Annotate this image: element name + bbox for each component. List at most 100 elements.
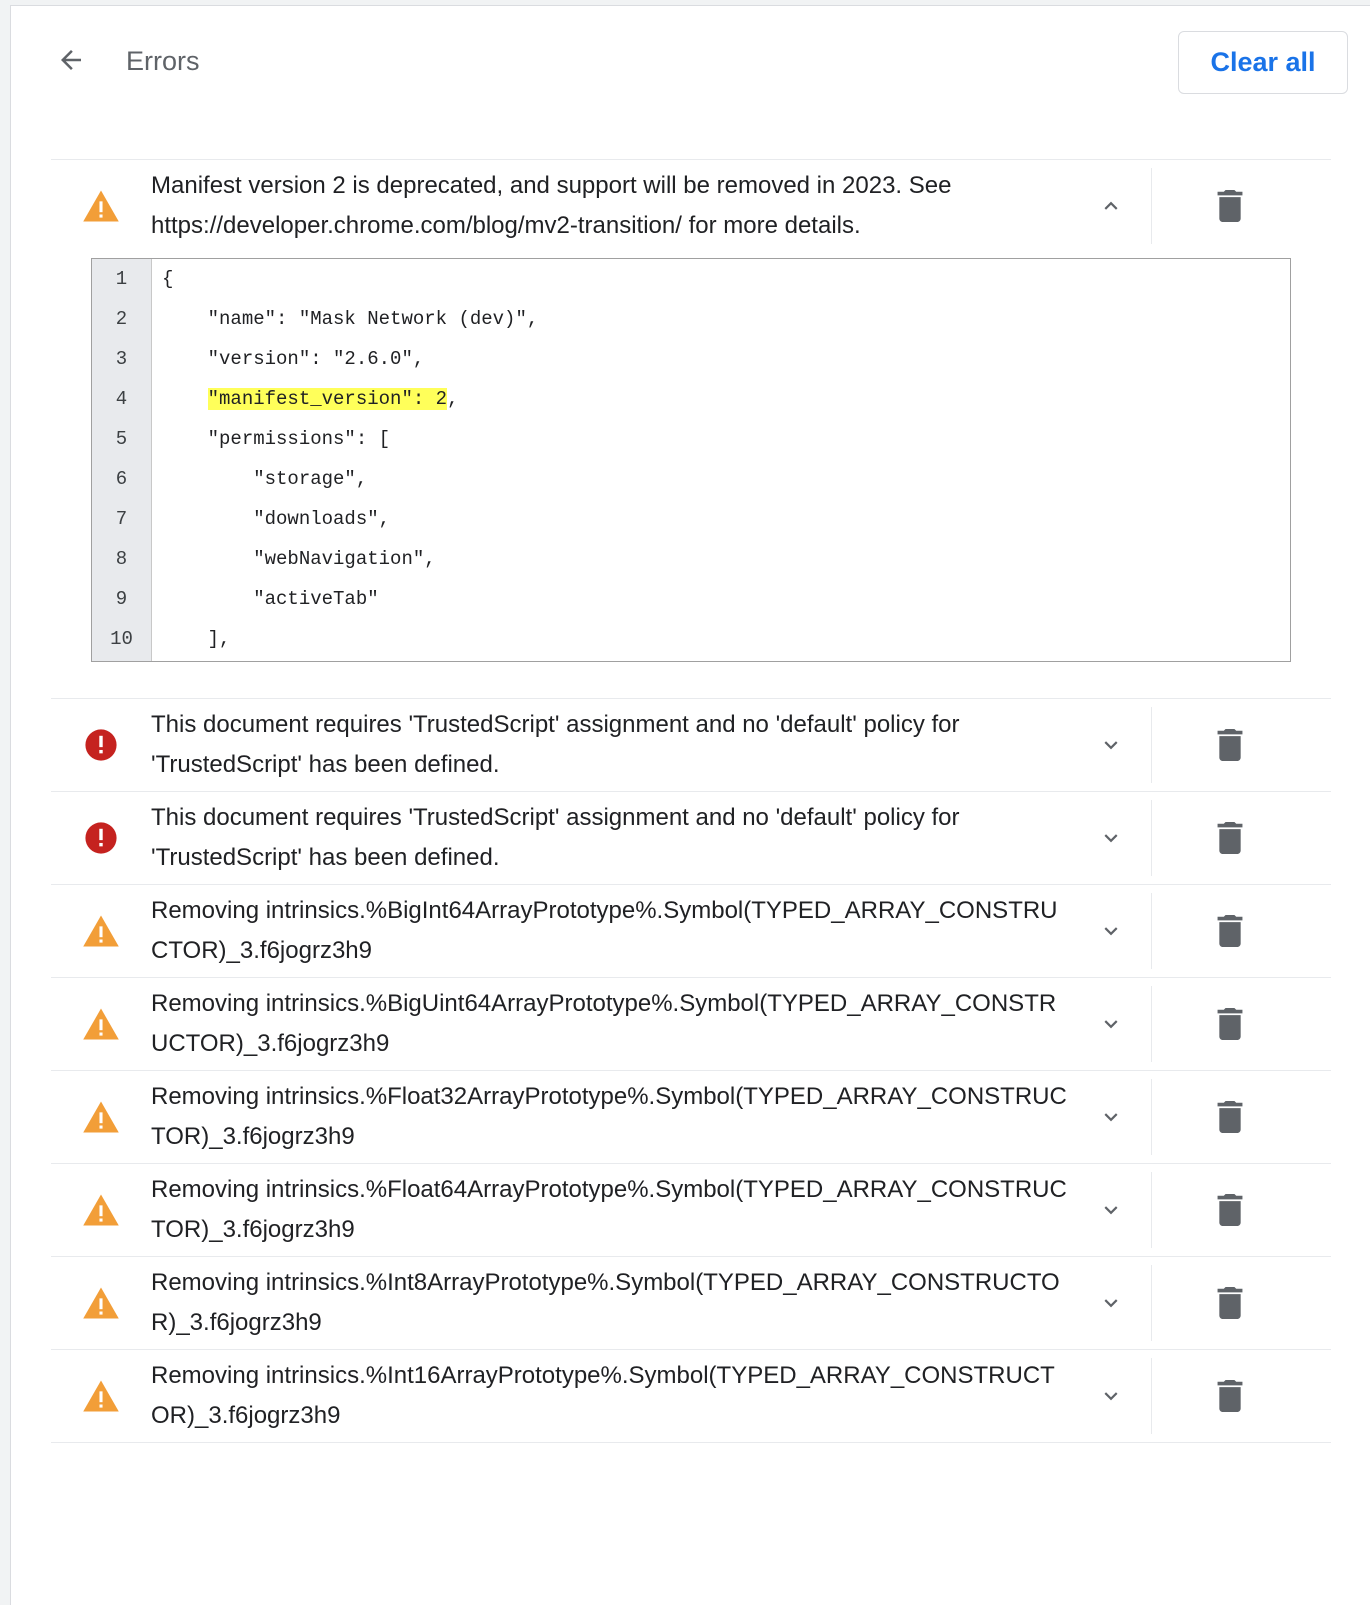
line-number: 9 [115, 588, 128, 610]
error-message: Removing intrinsics.%Float32ArrayPrototy… [151, 1083, 1067, 1150]
delete-button[interactable] [1152, 1079, 1307, 1155]
error-message: Removing intrinsics.%Float64ArrayPrototy… [151, 1176, 1067, 1243]
expand-button[interactable] [1071, 800, 1151, 876]
error-item: Removing intrinsics.%Int16ArrayPrototype… [51, 1350, 1331, 1443]
errors-page: Errors Clear all Manifest version 2 is d… [10, 5, 1370, 1605]
chevron-down-icon [1104, 741, 1118, 750]
collapse-button[interactable] [1071, 168, 1151, 244]
code-line: "webNavigation", [162, 539, 1290, 579]
line-number: 1 [115, 268, 128, 290]
delete-button[interactable] [1152, 800, 1307, 876]
chevron-down-icon [1104, 1020, 1118, 1029]
severity-indicator [51, 1100, 151, 1134]
trash-icon [1217, 1101, 1242, 1133]
code-text: "activeTab" [253, 588, 379, 610]
trash-icon [1217, 1287, 1242, 1319]
error-row[interactable]: Removing intrinsics.%BigInt64ArrayProtot… [51, 885, 1331, 977]
chevron-down-icon [1104, 1206, 1118, 1215]
page-title: Errors [126, 46, 200, 76]
line-number: 3 [115, 348, 128, 370]
code-line: { [162, 259, 1290, 299]
chevron-down-icon [1104, 1113, 1118, 1122]
trash-icon [1217, 1008, 1242, 1040]
line-number: 7 [115, 508, 128, 530]
error-row[interactable]: Manifest version 2 is deprecated, and su… [51, 160, 1331, 252]
code-line: "permissions": [ [162, 419, 1290, 459]
severity-indicator [51, 728, 151, 762]
error-item: Removing intrinsics.%Float64ArrayPrototy… [51, 1164, 1331, 1257]
code-line: "name": "Mask Network (dev)", [162, 299, 1290, 339]
expand-button[interactable] [1071, 893, 1151, 969]
error-item: This document requires 'TrustedScript' a… [51, 699, 1331, 792]
expand-button[interactable] [1071, 1358, 1151, 1434]
code-line: "manifest_version": 2, [162, 379, 1290, 419]
chevron-down-icon [1104, 1392, 1118, 1401]
code-lines: { "name": "Mask Network (dev)", "version… [152, 259, 1290, 661]
trash-icon [1217, 822, 1242, 854]
highlighted-code: "manifest_version": 2 [207, 388, 448, 410]
line-number: 4 [115, 388, 128, 410]
line-number-gutter: 1 2 3 4 5 6 7 8 9 10 [92, 259, 152, 661]
error-row[interactable]: This document requires 'TrustedScript' a… [51, 792, 1331, 884]
warning-triangle-icon [83, 915, 119, 947]
error-message: This document requires 'TrustedScript' a… [151, 711, 960, 778]
severity-indicator [51, 914, 151, 948]
delete-button[interactable] [1152, 986, 1307, 1062]
delete-button[interactable] [1152, 707, 1307, 783]
delete-button[interactable] [1152, 168, 1307, 244]
error-message: Manifest version 2 is deprecated, and su… [151, 172, 952, 239]
expand-button[interactable] [1071, 986, 1151, 1062]
expand-button[interactable] [1071, 1079, 1151, 1155]
error-message: Removing intrinsics.%BigInt64ArrayProtot… [151, 897, 1058, 964]
code-line: "downloads", [162, 499, 1290, 539]
clear-all-button[interactable]: Clear all [1178, 31, 1348, 94]
error-item: Removing intrinsics.%Float32ArrayPrototy… [51, 1071, 1331, 1164]
code-line: ], [162, 619, 1290, 659]
severity-indicator [51, 1286, 151, 1320]
delete-button[interactable] [1152, 1265, 1307, 1341]
warning-triangle-icon [83, 1287, 119, 1319]
delete-button[interactable] [1152, 1172, 1307, 1248]
manifest-code-view: 1 2 3 4 5 6 7 8 9 10 { "name": "Mask Network (dev)… [91, 258, 1291, 662]
chevron-up-icon [1104, 201, 1118, 210]
error-message: Removing intrinsics.%Int16ArrayPrototype… [151, 1362, 1055, 1429]
error-row[interactable]: Removing intrinsics.%Int8ArrayPrototype%… [51, 1257, 1331, 1349]
error-message: Removing intrinsics.%Int8ArrayPrototype%… [151, 1269, 1060, 1336]
error-row[interactable]: Removing intrinsics.%BigUint64ArrayProto… [51, 978, 1331, 1070]
severity-indicator [51, 1007, 151, 1041]
severity-indicator [51, 1193, 151, 1227]
error-circle-icon [85, 822, 117, 854]
error-row[interactable]: Removing intrinsics.%Int16ArrayPrototype… [51, 1350, 1331, 1442]
code-line: "version": "2.6.0", [162, 339, 1290, 379]
line-number: 10 [110, 628, 133, 650]
error-row[interactable]: Removing intrinsics.%Float64ArrayPrototy… [51, 1164, 1331, 1256]
expand-button[interactable] [1071, 1265, 1151, 1341]
error-row[interactable]: This document requires 'TrustedScript' a… [51, 699, 1331, 791]
code-text: "permissions": [ [207, 428, 391, 450]
expand-button[interactable] [1071, 707, 1151, 783]
line-number: 8 [115, 548, 128, 570]
severity-indicator [51, 821, 151, 855]
delete-button[interactable] [1152, 1358, 1307, 1434]
line-number: 5 [115, 428, 128, 450]
warning-triangle-icon [83, 1008, 119, 1040]
delete-button[interactable] [1152, 893, 1307, 969]
error-item: This document requires 'TrustedScript' a… [51, 792, 1331, 885]
code-text: "name": "Mask Network (dev)", [207, 308, 539, 330]
error-circle-icon [85, 729, 117, 761]
back-button[interactable] [51, 40, 91, 80]
code-text: "version": "2.6.0", [207, 348, 425, 370]
error-list: Manifest version 2 is deprecated, and su… [51, 159, 1331, 1443]
expand-button[interactable] [1071, 1172, 1151, 1248]
chevron-down-icon [1104, 834, 1118, 843]
error-row[interactable]: Removing intrinsics.%Float32ArrayPrototy… [51, 1071, 1331, 1163]
code-text: "webNavigation", [253, 548, 436, 570]
error-item: Removing intrinsics.%BigUint64ArrayProto… [51, 978, 1331, 1071]
